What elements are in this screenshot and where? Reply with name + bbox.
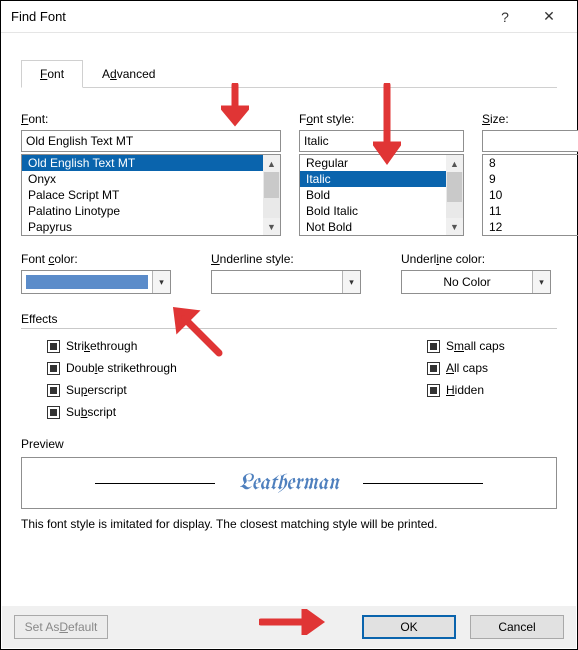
tab-advanced[interactable]: Advanced	[83, 60, 174, 88]
font-input[interactable]	[21, 130, 281, 152]
font-style-input[interactable]	[299, 130, 464, 152]
help-button[interactable]: ?	[483, 2, 527, 32]
tab-strip: Font Advanced	[21, 59, 557, 88]
scrollbar[interactable]: ▲ ▼	[446, 155, 463, 235]
scroll-thumb[interactable]	[447, 172, 462, 202]
checkbox-double-strikethrough[interactable]: Double strikethrough	[47, 361, 427, 375]
checkbox-hidden[interactable]: Hidden	[427, 383, 505, 397]
list-item[interactable]: Italic	[300, 171, 446, 187]
checkbox-superscript[interactable]: Superscript	[47, 383, 427, 397]
list-item[interactable]: 11	[483, 203, 578, 219]
chevron-up-icon[interactable]: ▲	[446, 155, 463, 172]
font-list[interactable]: Old English Text MTOnyxPalace Script MTP…	[21, 154, 281, 236]
ok-button[interactable]: OK	[362, 615, 456, 639]
list-item[interactable]: 8	[483, 155, 578, 171]
list-item[interactable]: Papyrus	[22, 219, 263, 235]
chevron-down-icon[interactable]: ▼	[263, 218, 280, 235]
list-item[interactable]: Bold	[300, 187, 446, 203]
font-color-dropdown[interactable]: ▾	[21, 270, 171, 294]
checkbox-icon	[427, 340, 440, 353]
font-picker-row: Font: Old English Text MTOnyxPalace Scri…	[21, 112, 557, 236]
font-style-label: Font style:	[299, 112, 464, 126]
color-underline-row: Font color: ▾ Underline style: ▾ Underli…	[21, 252, 557, 294]
list-item[interactable]: 12	[483, 219, 578, 235]
checkbox-strikethrough[interactable]: Strikethrough	[47, 339, 427, 353]
size-label: Size:	[482, 112, 578, 126]
chevron-down-icon[interactable]: ▼	[446, 218, 463, 235]
font-label: Font:	[21, 112, 281, 126]
chevron-down-icon[interactable]: ▾	[152, 271, 170, 293]
underline-color-label: Underline color:	[401, 252, 551, 266]
checkbox-subscript[interactable]: Subscript	[47, 405, 427, 419]
tab-font[interactable]: Font	[21, 60, 83, 88]
checkbox-icon	[47, 406, 60, 419]
underline-color-dropdown[interactable]: No Color ▾	[401, 270, 551, 294]
cancel-button[interactable]: Cancel	[470, 615, 564, 639]
list-item[interactable]: Regular	[300, 155, 446, 171]
checkbox-all-caps[interactable]: All caps	[427, 361, 505, 375]
color-swatch	[26, 275, 148, 289]
list-item[interactable]: Bold Italic	[300, 203, 446, 219]
preview-note: This font style is imitated for display.…	[21, 517, 557, 531]
list-item[interactable]: 10	[483, 187, 578, 203]
size-input[interactable]	[482, 130, 578, 152]
font-style-list[interactable]: RegularItalicBoldBold ItalicNot Bold ▲ ▼	[299, 154, 464, 236]
preview-sample: Leatherman	[239, 472, 339, 495]
checkbox-icon	[47, 384, 60, 397]
font-color-label: Font color:	[21, 252, 171, 266]
effects-group: Effects Strikethrough Double strikethrou…	[21, 312, 557, 419]
effects-label: Effects	[21, 312, 57, 326]
preview-box: Leatherman	[21, 457, 557, 509]
list-item[interactable]: Onyx	[22, 171, 263, 187]
checkbox-icon	[47, 362, 60, 375]
rule	[363, 483, 483, 484]
chevron-up-icon[interactable]: ▲	[263, 155, 280, 172]
checkbox-small-caps[interactable]: Small caps	[427, 339, 505, 353]
dialog-body: Font Advanced Font: Old English Text MTO…	[1, 33, 577, 531]
checkbox-icon	[427, 362, 440, 375]
scroll-thumb[interactable]	[264, 172, 279, 198]
button-bar: Set As Default OK Cancel	[2, 606, 576, 648]
list-item[interactable]: Palatino Linotype	[22, 203, 263, 219]
list-item[interactable]: Not Bold	[300, 219, 446, 235]
size-list[interactable]: 89101112 ▲ ▼	[482, 154, 578, 236]
rule	[95, 483, 215, 484]
preview-label: Preview	[21, 437, 64, 451]
set-as-default-button[interactable]: Set As Default	[14, 615, 108, 639]
close-button[interactable]: ✕	[527, 2, 571, 32]
underline-style-label: Underline style:	[211, 252, 361, 266]
list-item[interactable]: Palace Script MT	[22, 187, 263, 203]
list-item[interactable]: 9	[483, 171, 578, 187]
title-bar: Find Font ? ✕	[1, 1, 577, 33]
list-item[interactable]: Old English Text MT	[22, 155, 263, 171]
scrollbar[interactable]: ▲ ▼	[263, 155, 280, 235]
checkbox-icon	[47, 340, 60, 353]
chevron-down-icon[interactable]: ▾	[342, 271, 360, 293]
chevron-down-icon[interactable]: ▾	[532, 271, 550, 293]
window-title: Find Font	[11, 9, 483, 24]
underline-style-dropdown[interactable]: ▾	[211, 270, 361, 294]
checkbox-icon	[427, 384, 440, 397]
preview-group: Preview Leatherman This font style is im…	[21, 437, 557, 531]
